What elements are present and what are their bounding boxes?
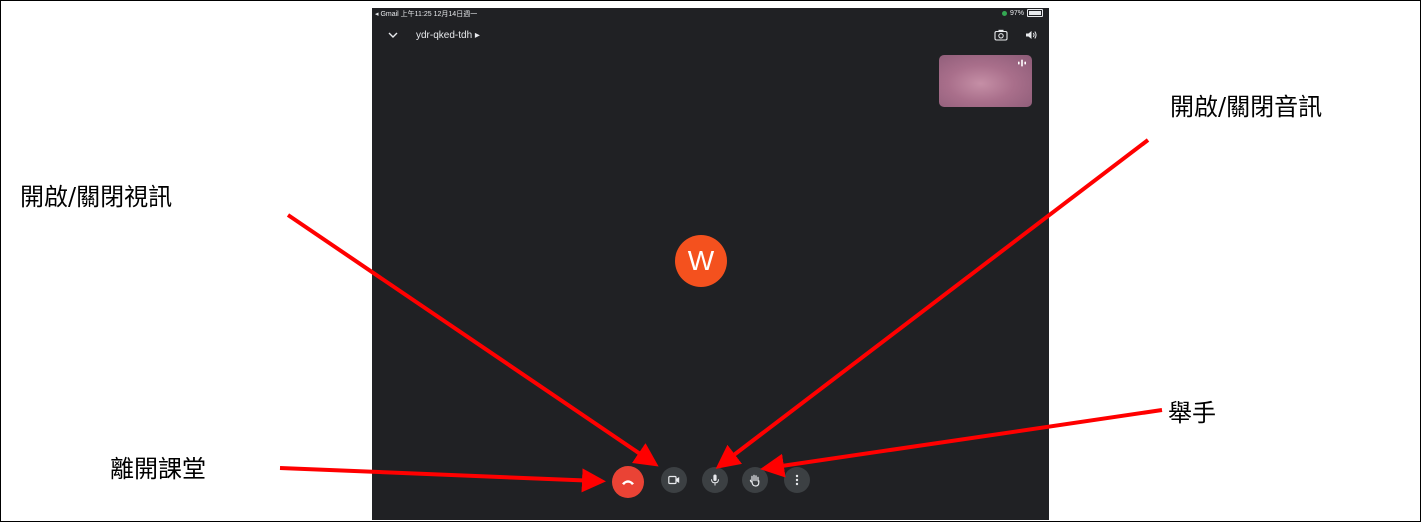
battery-icon <box>1027 9 1043 17</box>
status-left-text: ◂ Gmail 上午11:25 12月14日週一 <box>375 11 478 18</box>
leave-class-label: 離開課堂 <box>110 455 206 483</box>
switch-camera-icon[interactable] <box>994 29 1008 41</box>
microphone-toggle-button[interactable] <box>702 467 728 493</box>
meeting-top-bar: ydr-qked-tdh ▸ <box>372 28 1049 48</box>
more-options-button[interactable] <box>784 467 810 493</box>
end-call-button[interactable] <box>612 466 644 498</box>
video-camera-icon <box>668 475 680 485</box>
raise-hand-label: 舉手 <box>1168 399 1216 427</box>
speaker-icon[interactable] <box>1024 29 1038 41</box>
meeting-code[interactable]: ydr-qked-tdh ▸ <box>416 30 480 41</box>
microphone-icon <box>711 474 719 486</box>
raise-hand-button[interactable] <box>742 467 768 493</box>
battery-text: 97% <box>1009 9 1024 17</box>
audio-level-icon <box>1018 59 1026 67</box>
participant-avatar: W <box>675 235 727 287</box>
hang-up-icon <box>622 480 634 485</box>
chevron-down-icon[interactable] <box>388 30 398 40</box>
more-vert-icon <box>795 474 799 486</box>
audio-toggle-label: 開啟/關閉音訊 <box>1170 93 1323 121</box>
video-toggle-label: 開啟/關閉視訊 <box>20 183 173 211</box>
meet-screen: ◂ Gmail 上午11:25 12月14日週一 97% ydr-qked-td… <box>372 8 1049 520</box>
status-bar: ◂ Gmail 上午11:25 12月14日週一 97% <box>372 8 1049 18</box>
hand-icon <box>749 474 760 487</box>
call-controls <box>372 464 1049 500</box>
wifi-icon <box>1001 10 1007 16</box>
status-right: 97% <box>1001 9 1043 17</box>
camera-toggle-button[interactable] <box>661 467 687 493</box>
self-view-tile[interactable] <box>939 55 1032 107</box>
